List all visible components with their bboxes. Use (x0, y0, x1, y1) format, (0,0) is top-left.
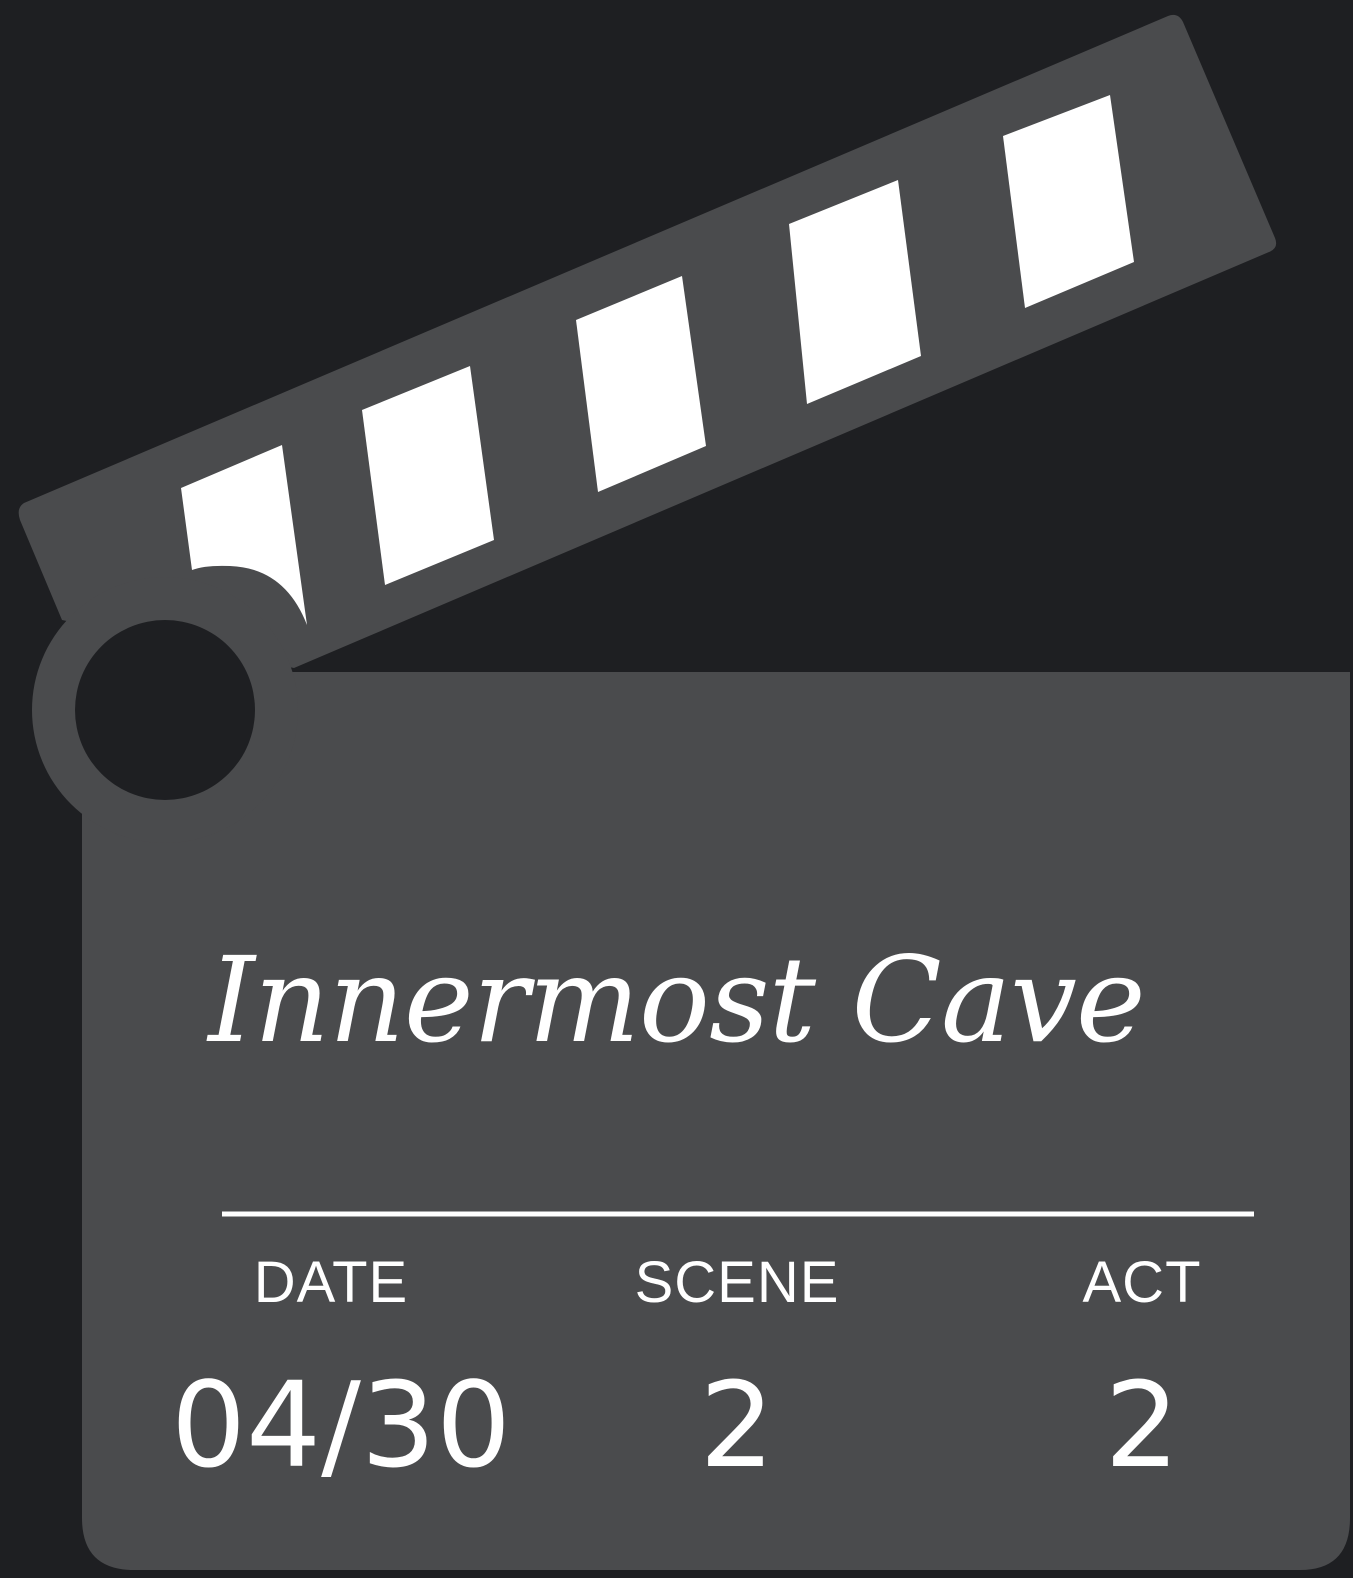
act-label: ACT (1082, 1250, 1202, 1315)
hinge-icon (75, 620, 255, 800)
date-value: 04/30 (170, 1356, 512, 1494)
scene-value: 2 (699, 1356, 775, 1494)
clapperboard-icon (18, 14, 1350, 1570)
act-value: 2 (1104, 1356, 1180, 1494)
scene-label: SCENE (634, 1250, 840, 1315)
scene-title: Innermost Cave (208, 931, 1145, 1069)
date-label: DATE (253, 1250, 409, 1315)
clapperboard: Innermost Cave DATE SCENE ACT 04/30 2 2 (0, 0, 1353, 1578)
